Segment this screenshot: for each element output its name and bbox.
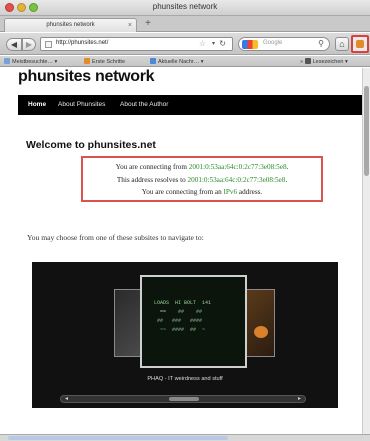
home-button[interactable]: ⌂: [335, 37, 349, 51]
address-bar[interactable]: http://phunsites.net/ ☆ ▾ ↻: [40, 37, 233, 51]
status-bar: [0, 434, 370, 441]
bookmark-star-icon[interactable]: ☆: [199, 39, 206, 48]
ip-address-value: 2001:0:53aa:64c:0:2c77:3e08:5e8: [188, 163, 287, 171]
connection-info-box: You are connecting from 2001:0:53aa:64c:…: [81, 156, 323, 202]
bookmark-icon: [84, 58, 90, 64]
bookmark-icon: [304, 58, 311, 64]
pumpkin-image: [254, 326, 268, 338]
carousel-card-center[interactable]: LOADS HI BOLT 141 == ## ## ## ### #### ~…: [140, 275, 247, 368]
bookmark-menu[interactable]: » Lesezeichen ▾: [300, 58, 348, 65]
site-title: phunsites network: [18, 68, 155, 85]
forward-button[interactable]: ▶: [22, 38, 36, 51]
url-text: http://phunsites.net/: [56, 40, 109, 46]
carousel-scrollbar[interactable]: ◂ ▸: [60, 395, 306, 403]
google-engine-icon[interactable]: [242, 40, 258, 49]
bookmark-icon: [4, 58, 10, 64]
extension-icon[interactable]: [351, 35, 369, 53]
site-navigation: Home About Phunsites About the Author: [18, 95, 362, 115]
vertical-scrollbar[interactable]: [362, 68, 370, 434]
subsite-intro-text: You may choose from one of these subsite…: [27, 233, 204, 242]
vertical-scroll-thumb[interactable]: [364, 86, 369, 176]
carousel-next-icon[interactable]: ▸: [298, 395, 301, 402]
resolved-address-value: 2001:0:53aa:64c:0:2c77:3e08:5e8: [187, 175, 286, 184]
page-content: phunsites network Home About Phunsites A…: [0, 68, 362, 434]
search-field[interactable]: Google ⚲: [238, 37, 330, 51]
reload-icon[interactable]: ↻: [219, 39, 226, 48]
new-tab-button[interactable]: +: [140, 18, 156, 31]
window-title: phunsites network: [152, 2, 218, 11]
tab-phunsites[interactable]: phunsites network ×: [4, 18, 137, 32]
url-dropdown-icon[interactable]: ▾: [212, 40, 215, 47]
connection-line-1: You are connecting from 2001:0:53aa:64c:…: [115, 163, 289, 171]
navigation-toolbar: ◀ ▶ http://phunsites.net/ ☆ ▾ ↻ Google ⚲…: [0, 33, 370, 55]
back-button[interactable]: ◀: [6, 38, 22, 51]
close-tab-icon[interactable]: ×: [128, 19, 132, 32]
bookmark-getting-started[interactable]: Erste Schritte: [84, 58, 125, 65]
window-titlebar: phunsites network: [0, 0, 370, 16]
bookmark-icon: [150, 58, 156, 64]
subsite-carousel[interactable]: LOADS HI BOLT 141 == ## ## ## ### #### ~…: [32, 262, 338, 408]
bookmark-most-visited[interactable]: Meistbesuchte… ▾: [4, 58, 57, 65]
ip-version-value: IPv6: [223, 188, 238, 196]
carousel-card-left[interactable]: [114, 289, 142, 357]
carousel-caption: PHAQ - IT weirdness and stuff: [147, 376, 223, 382]
terminal-screenshot-image: LOADS HI BOLT 141 == ## ## ## ### #### ~…: [154, 300, 212, 333]
bookmarks-toolbar: Meistbesuchte… ▾ Erste Schritte Aktuelle…: [0, 56, 370, 67]
bookmark-latest-news[interactable]: Aktuelle Nachr… ▾: [150, 58, 204, 65]
carousel-scroll-thumb[interactable]: [169, 397, 199, 401]
carousel-prev-icon[interactable]: ◂: [65, 395, 68, 402]
search-icon[interactable]: ⚲: [318, 39, 324, 48]
connection-line-3: You are connecting from an IPv6 address.: [141, 188, 263, 196]
carousel-card-right[interactable]: [245, 289, 275, 357]
tab-bar: phunsites network × +: [0, 16, 370, 32]
connection-line-2: This address resolves to 2001:0:53aa:64c…: [116, 175, 288, 184]
search-placeholder: Google: [263, 40, 283, 46]
page-favicon-icon: [45, 41, 52, 48]
tab-label: phunsites network: [46, 22, 95, 28]
welcome-heading: Welcome to phunsites.net: [26, 139, 156, 151]
nav-about-phunsites-link[interactable]: About Phunsites: [58, 101, 105, 108]
nav-home-link[interactable]: Home: [28, 101, 46, 108]
nav-about-author-link[interactable]: About the Author: [120, 101, 168, 108]
horizontal-scrollbar[interactable]: [8, 436, 228, 440]
